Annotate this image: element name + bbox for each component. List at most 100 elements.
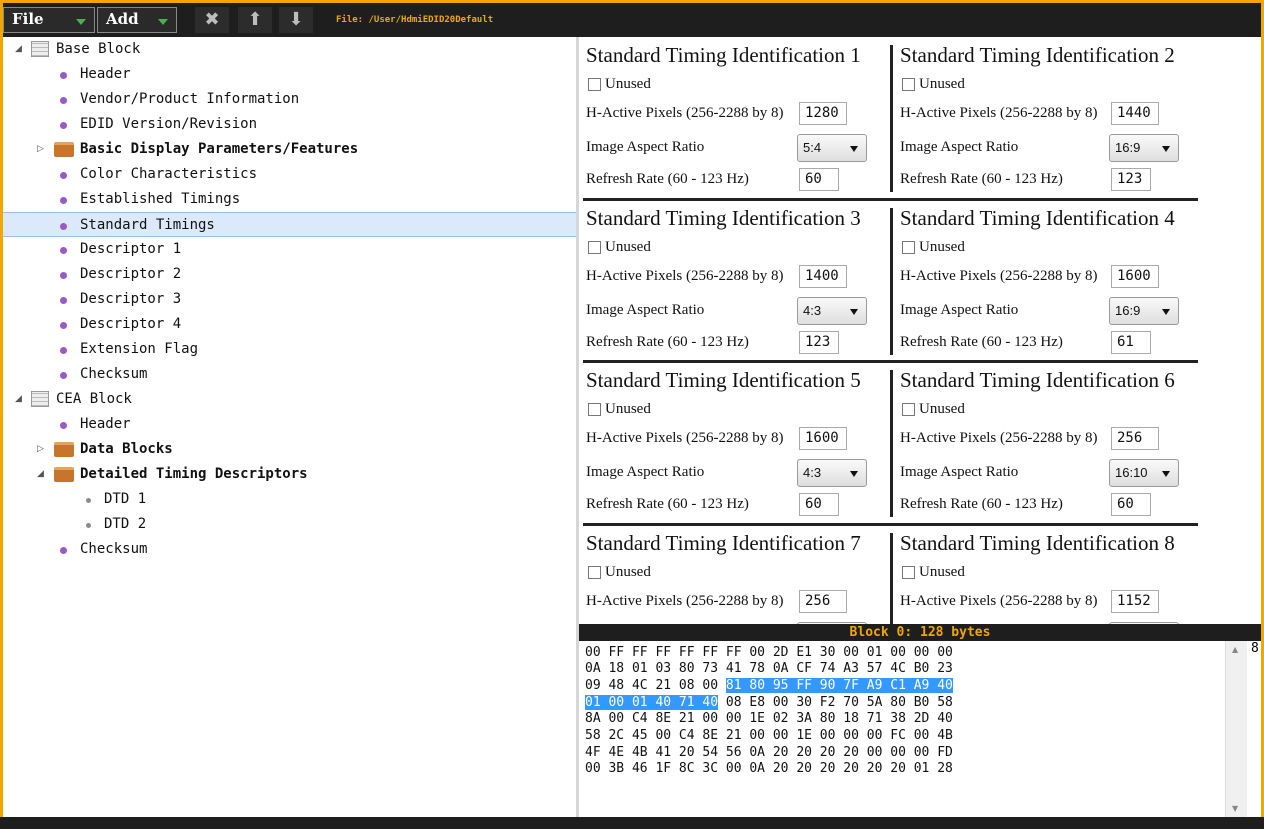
unused-checkbox[interactable]	[902, 403, 915, 416]
unused-label: Unused	[919, 564, 965, 580]
aspect-label: Image Aspect Ratio	[900, 302, 1019, 318]
tree-item-header[interactable]: Header	[3, 62, 576, 87]
timing-section-7: Standard Timing Identification 7 Unused …	[583, 525, 893, 624]
tree-node-cea-block[interactable]: ◢ CEA Block	[3, 387, 576, 412]
tree-item-vendor-product[interactable]: Vendor/Product Information	[3, 87, 576, 112]
file-menu-label: File	[12, 10, 44, 28]
tree-item-descriptor-2[interactable]: Descriptor 2	[3, 262, 576, 287]
tree-label: Descriptor 1	[80, 241, 182, 257]
hex-bytes: 58 2C 45 00 C4 8E 21 00 00 1E 00 00 00 F…	[585, 728, 953, 743]
tree-label: Basic Display Parameters/Features	[80, 141, 359, 157]
refresh-input[interactable]: 61	[1111, 331, 1151, 354]
tree-node-detailed-timing-descriptors[interactable]: ◢ Detailed Timing Descriptors	[3, 462, 576, 487]
bullet-icon	[60, 197, 67, 204]
aspect-select[interactable]: 16:9	[1109, 134, 1179, 162]
tree-label: Checksum	[80, 541, 148, 557]
bullet-icon	[60, 322, 67, 329]
tree-label: Vendor/Product Information	[80, 91, 300, 107]
aspect-select[interactable]: 4:3	[797, 297, 867, 325]
tree-item-descriptor-1[interactable]: Descriptor 1	[3, 237, 576, 262]
scroll-up-icon[interactable]: ▲	[1232, 645, 1238, 654]
h-active-input[interactable]: 256	[1111, 427, 1159, 450]
tree-node-base-block[interactable]: ◢ Base Block	[3, 37, 576, 62]
unused-checkbox[interactable]	[902, 566, 915, 579]
section-title: Standard Timing Identification 8	[900, 531, 1175, 555]
tree-item-cea-checksum[interactable]: Checksum	[3, 537, 576, 562]
timing-section-1: Standard Timing Identification 1 Unused …	[583, 37, 893, 197]
toolbar: File Add ✖ ⬆ ⬇ File: /User/HdmiEDID20Def…	[3, 3, 1261, 37]
tree-label: Header	[80, 66, 131, 82]
arrow-down-icon[interactable]: ⬇	[279, 7, 313, 33]
hex-bytes: 00 FF FF FF FF FF FF 00 2D E1 30 00 01 0…	[585, 645, 953, 660]
h-active-label: H-Active Pixels (256-2288 by 8)	[586, 430, 784, 446]
refresh-input[interactable]: 123	[799, 331, 839, 354]
unused-checkbox[interactable]	[588, 241, 601, 254]
tree-item-standard-timings[interactable]: Standard Timings	[3, 212, 576, 237]
refresh-input[interactable]: 60	[799, 493, 839, 516]
tree-label: Checksum	[80, 366, 148, 382]
scroll-down-icon[interactable]: ▼	[1232, 804, 1238, 813]
timing-section-5: Standard Timing Identification 5 Unused …	[583, 362, 893, 522]
hex-bytes-selected: 01 00 01 40 71 40	[585, 695, 719, 710]
aspect-label: Image Aspect Ratio	[586, 302, 705, 318]
h-active-input[interactable]: 1600	[1111, 265, 1159, 288]
aspect-select[interactable]: 4:3	[797, 459, 867, 487]
tree-node-basic-display[interactable]: ▷ Basic Display Parameters/Features	[3, 137, 576, 162]
aspect-select[interactable]: 5:4	[797, 134, 867, 162]
hex-bytes-selected: 81 80 95 FF 90 7F A9 C1 A9 40	[725, 678, 953, 693]
bullet-icon	[60, 422, 67, 429]
refresh-input[interactable]: 60	[1111, 493, 1151, 516]
tree-item-color-characteristics[interactable]: Color Characteristics	[3, 162, 576, 187]
arrow-up-icon[interactable]: ⬆	[238, 7, 272, 33]
tree-item-cea-header[interactable]: Header	[3, 412, 576, 437]
tree-item-dtd-1[interactable]: DTD 1	[3, 487, 576, 512]
unused-checkbox[interactable]	[588, 403, 601, 416]
unused-checkbox[interactable]	[902, 78, 915, 91]
aspect-label: Image Aspect Ratio	[900, 139, 1019, 155]
collapse-icon[interactable]: ◢	[15, 44, 22, 54]
hex-line: 8A 00 C4 8E 21 00 00 1E 02 3A 80 18 71 3…	[585, 710, 953, 727]
add-menu-label: Add	[106, 10, 139, 28]
unused-checkbox[interactable]	[902, 241, 915, 254]
hex-line: 4F 4E 4B 41 20 54 56 0A 20 20 20 20 00 0…	[585, 744, 953, 761]
refresh-input[interactable]: 60	[799, 168, 839, 191]
h-active-input[interactable]: 1440	[1111, 102, 1159, 125]
expand-icon[interactable]: ▷	[37, 144, 44, 154]
h-active-label: H-Active Pixels (256-2288 by 8)	[900, 268, 1098, 284]
bullet-icon	[60, 372, 67, 379]
timing-section-2: Standard Timing Identification 2 Unused …	[897, 37, 1207, 197]
h-active-input[interactable]: 256	[799, 590, 847, 613]
aspect-select[interactable]: 16:10	[1109, 459, 1179, 487]
h-active-input[interactable]: 1400	[799, 265, 847, 288]
h-active-input[interactable]: 1152	[1111, 590, 1159, 613]
tree-item-descriptor-4[interactable]: Descriptor 4	[3, 312, 576, 337]
tree-item-dtd-2[interactable]: DTD 2	[3, 512, 576, 537]
aspect-select[interactable]: 16:9	[1109, 297, 1179, 325]
unused-checkbox[interactable]	[588, 566, 601, 579]
tree-item-descriptor-3[interactable]: Descriptor 3	[3, 287, 576, 312]
hex-scrollbar[interactable]: ▲ ▼	[1225, 641, 1248, 817]
file-menu-button[interactable]: File	[3, 7, 95, 33]
collapse-icon[interactable]: ◢	[15, 394, 22, 404]
tree-item-edid-version[interactable]: EDID Version/Revision	[3, 112, 576, 137]
section-title: Standard Timing Identification 7	[586, 531, 861, 555]
tree-item-established-timings[interactable]: Established Timings	[3, 187, 576, 212]
collapse-icon[interactable]: ◢	[37, 469, 44, 479]
refresh-input[interactable]: 123	[1111, 168, 1151, 191]
section-title: Standard Timing Identification 1	[586, 43, 861, 67]
close-icon[interactable]: ✖	[195, 7, 229, 33]
tree-item-checksum[interactable]: Checksum	[3, 362, 576, 387]
unused-checkbox[interactable]	[588, 78, 601, 91]
h-active-label: H-Active Pixels (256-2288 by 8)	[586, 593, 784, 609]
tree-node-data-blocks[interactable]: ▷ Data Blocks	[3, 437, 576, 462]
add-menu-button[interactable]: Add	[97, 7, 177, 33]
tree-item-extension-flag[interactable]: Extension Flag	[3, 337, 576, 362]
tree-label: Detailed Timing Descriptors	[80, 466, 308, 482]
expand-icon[interactable]: ▷	[37, 444, 44, 454]
h-active-input[interactable]: 1280	[799, 102, 847, 125]
side-value: 8	[1247, 641, 1261, 817]
h-active-label: H-Active Pixels (256-2288 by 8)	[900, 593, 1098, 609]
h-active-input[interactable]: 1600	[799, 427, 847, 450]
folder-icon	[54, 467, 74, 482]
hex-view[interactable]: 00 FF FF FF FF FF FF 00 2D E1 30 00 01 0…	[579, 641, 1225, 817]
